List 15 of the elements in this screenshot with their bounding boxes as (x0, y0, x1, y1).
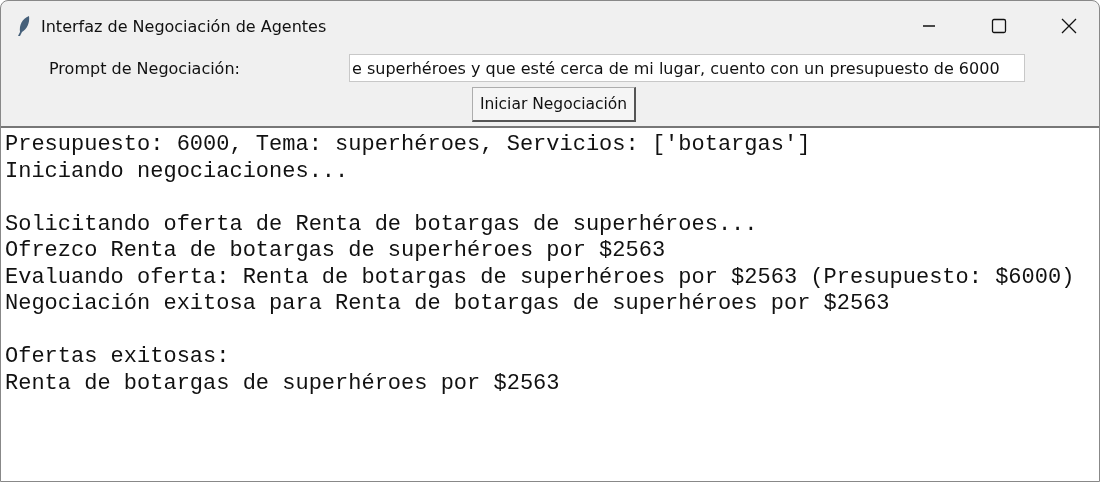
window-title: Interfaz de Negociación de Agentes (41, 16, 328, 36)
close-icon (1061, 18, 1077, 34)
prompt-input-field[interactable]: e superhéroes y que esté cerca de mi lugar, cuento con un presupuesto de 6000 (349, 54, 1025, 82)
output-line: Evaluando oferta: Renta de botargas de superhéroes por $2563 (Presupuesto: $6000) (5, 264, 1075, 291)
prompt-label: Prompt de Negociación: (49, 58, 241, 78)
output-line: Ofertas exitosas: (5, 344, 230, 371)
maximize-icon (991, 18, 1007, 34)
output-line: Iniciando negociaciones... (5, 158, 349, 185)
output-line: Ofrezco Renta de botargas de superhéroes por $2563 (5, 238, 666, 265)
feather-icon (17, 15, 31, 37)
output-line: Solicitando oferta de Renta de botargas de superhéroes... (5, 211, 758, 238)
start-negotiation-button[interactable]: Iniciar Negociación (471, 87, 637, 122)
output-line: Negociación exitosa para Renta de botargas de superhéroes por $2563 (5, 291, 890, 318)
output-line: Presupuesto: 6000, Tema: superhéroes, Servicios: ['botargas'] (5, 132, 811, 159)
output-line: Renta de botargas de superhéroes por $2563 (5, 370, 560, 397)
